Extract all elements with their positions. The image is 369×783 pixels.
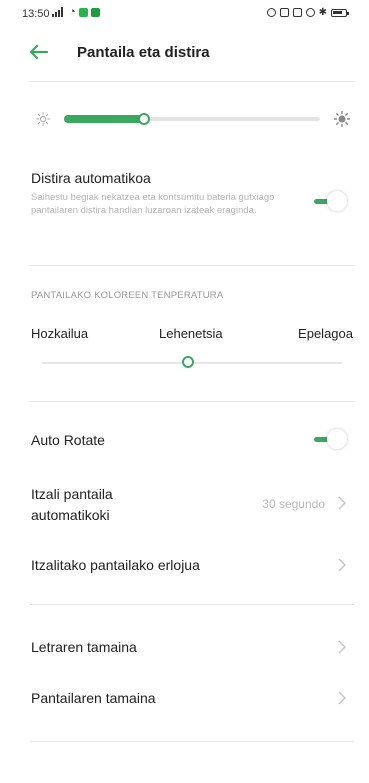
- auto-brightness-description: Saihestu begiak nekatzea eta kontsumitu …: [31, 192, 275, 216]
- vibrate-icon: [292, 8, 302, 17]
- temp-option-default[interactable]: Lehenetsia: [159, 326, 223, 341]
- brightness-low-icon: [36, 112, 50, 126]
- screen-off-label-line2: automatikoki: [31, 507, 110, 523]
- temp-option-cool[interactable]: Hozkailua: [31, 326, 88, 341]
- chevron-right-icon: [338, 558, 346, 572]
- color-temperature-thumb[interactable]: [182, 356, 194, 368]
- color-temperature-section-label: PANTAILAKO KOLOREEN TENPERATURA: [31, 290, 224, 301]
- status-time: 13:50: [22, 8, 50, 20]
- divider: [30, 81, 354, 82]
- back-arrow-icon[interactable]: [28, 44, 48, 60]
- auto-brightness-toggle[interactable]: [312, 191, 348, 213]
- status-right-icons: ✱: [266, 7, 349, 18]
- status-left-icons: ◔: [52, 6, 100, 18]
- screen-off-label-line1: Itzali pantaila: [31, 486, 113, 502]
- brightness-slider[interactable]: [64, 113, 320, 125]
- display-size-label: Pantailaren tamaina: [31, 690, 156, 706]
- off-screen-clock-label: Itzalitako pantailako erlojua: [31, 557, 200, 573]
- brightness-slider-row: [30, 108, 354, 130]
- battery-icon: [331, 8, 349, 17]
- brightness-slider-thumb[interactable]: [138, 113, 150, 125]
- status-bar: 13:50 ◔ ✱: [0, 0, 369, 28]
- auto-brightness-title: Distira automatikoa: [31, 170, 151, 186]
- signal-icon: [52, 7, 66, 17]
- divider: [30, 265, 354, 266]
- brightness-high-icon: [334, 111, 350, 127]
- font-size-label: Letraren tamaina: [31, 639, 137, 655]
- chevron-right-icon: [338, 496, 346, 510]
- divider: [30, 741, 354, 742]
- auto-rotate-label: Auto Rotate: [31, 432, 105, 448]
- chevron-right-icon: [338, 691, 346, 705]
- divider: [30, 604, 354, 605]
- notification-app-icon: [78, 7, 88, 17]
- page-title: Pantaila eta distira: [77, 44, 210, 61]
- screen-off-value: 30 segundo: [262, 497, 325, 511]
- notification-app-icon-2: [90, 7, 100, 17]
- chevron-right-icon: [338, 640, 346, 654]
- divider: [30, 401, 354, 402]
- wifi-icon: ◔: [69, 6, 76, 18]
- bluetooth-icon: ✱: [318, 7, 327, 18]
- temp-option-warm[interactable]: Epelagoa: [298, 326, 353, 341]
- auto-rotate-toggle[interactable]: [312, 429, 348, 451]
- settings-status-icon: [305, 8, 315, 17]
- alarm-icon: [266, 8, 276, 17]
- brightness-slider-fill: [64, 115, 146, 123]
- nfc-icon: [279, 8, 289, 17]
- app-header: Pantaila eta distira: [0, 38, 369, 68]
